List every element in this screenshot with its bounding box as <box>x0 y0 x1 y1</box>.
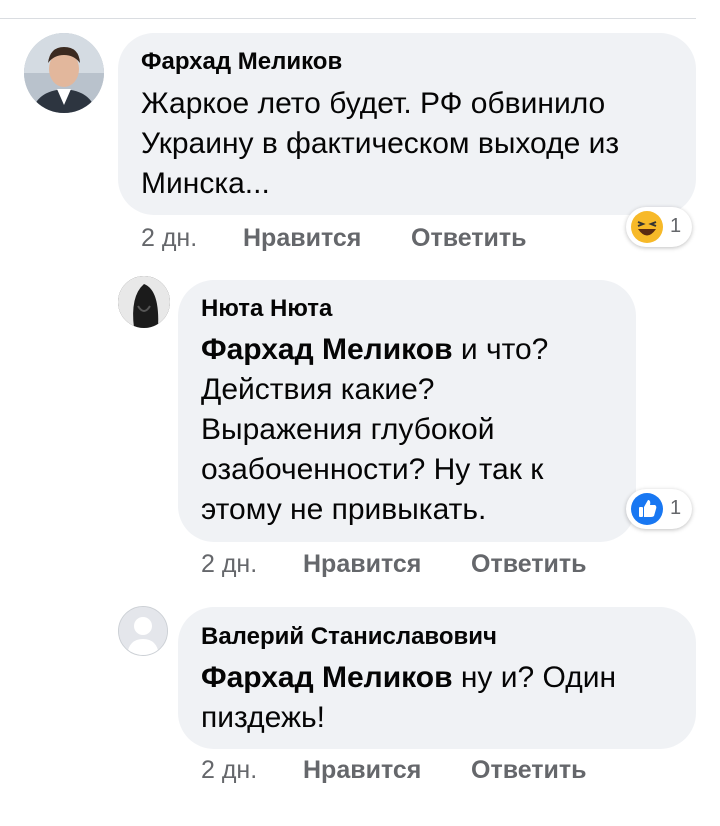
comment-text-line: озабоченности? Ну так к <box>201 453 544 486</box>
like-button[interactable]: Нравится <box>303 550 421 579</box>
comment-text-line: Выражения глубокой <box>201 413 495 446</box>
reaction-badge[interactable]: 1 <box>626 489 692 529</box>
comment-actions: 2 дн. Нравится Ответить <box>141 224 641 254</box>
comment-text-line: Минска... <box>141 167 270 200</box>
comment-text-line: пиздежь! <box>201 701 325 734</box>
comment-timestamp[interactable]: 2 дн. <box>141 224 197 253</box>
comment-timestamp[interactable]: 2 дн. <box>201 550 257 579</box>
reply-button[interactable]: Ответить <box>471 756 587 785</box>
profile-photo-icon <box>24 33 104 113</box>
comment-author[interactable]: Нюта Нюта <box>201 295 332 323</box>
comment-timestamp[interactable]: 2 дн. <box>201 756 257 785</box>
reply-button[interactable]: Ответить <box>411 224 527 253</box>
comment-actions: 2 дн. Нравится Ответить <box>201 550 671 580</box>
comment-text-fragment: и что? <box>452 333 549 366</box>
top-divider <box>0 0 696 19</box>
comment-text-line: Украину в фактическом выходе из <box>141 127 620 160</box>
profile-photo-icon <box>118 276 170 328</box>
comment-text: Фархад Меликов и что? Действия какие? Вы… <box>201 330 621 530</box>
comment-text-line: Фархад Меликов и что? <box>201 330 621 370</box>
like-button[interactable]: Нравится <box>303 756 421 785</box>
comment-author[interactable]: Фархад Меликов <box>141 48 342 76</box>
mention-link[interactable]: Фархад Меликов <box>201 661 453 694</box>
default-profile-icon <box>119 607 167 655</box>
reaction-count: 1 <box>670 215 682 237</box>
reply-button[interactable]: Ответить <box>471 550 587 579</box>
avatar[interactable] <box>118 606 168 656</box>
reaction-count: 1 <box>670 497 682 519</box>
comment-text-fragment: ну и? Один <box>452 661 617 694</box>
avatar[interactable] <box>24 33 104 113</box>
like-thumb-icon <box>631 493 663 525</box>
comment-text-line: Жаркое лето будет. РФ обвинило <box>141 87 606 120</box>
comment-actions: 2 дн. Нравится Ответить <box>201 756 671 786</box>
comment-text-line: Фархад Меликов ну и? Один <box>201 658 681 698</box>
comment-text: Жаркое лето будет. РФ обвинило Украину в… <box>141 84 681 204</box>
comment-author[interactable]: Валерий Станиславович <box>201 623 497 651</box>
avatar[interactable] <box>118 276 170 328</box>
mention-link[interactable]: Фархад Меликов <box>201 333 453 366</box>
comment-text-line: этому не привыкать. <box>201 493 487 526</box>
comment-text: Фархад Меликов ну и? Один пиздежь! <box>201 658 681 738</box>
comment-text-line: Действия какие? <box>201 373 435 406</box>
like-button[interactable]: Нравится <box>243 224 361 253</box>
